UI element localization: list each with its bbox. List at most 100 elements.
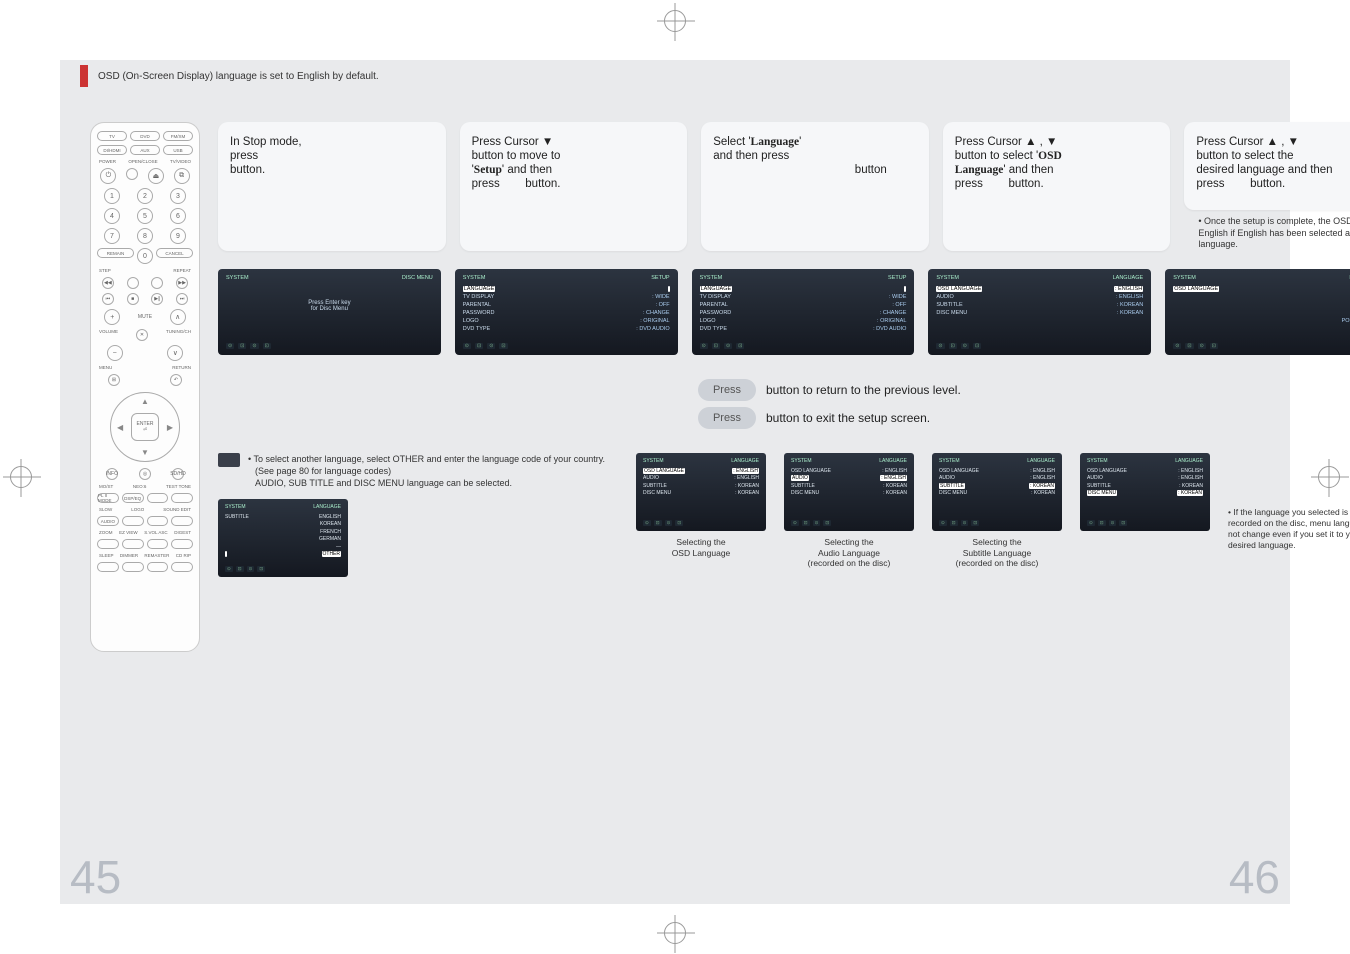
remote-label: OPEN/CLOSE [128,159,157,164]
remote-label: TV/VIDEO [170,159,191,164]
rewind-icon: ◀◀ [102,277,114,289]
remote-label: POWER [99,159,116,164]
note-text: button to exit the setup screen. [766,411,930,425]
remote-column: TVDVDFM/XM DI/HDMIAUXUSB POWEROPEN/CLOSE… [90,122,200,894]
remote-label: ZOOM [99,530,113,535]
screen-row: DISC MENU: KOREAN [939,490,1055,496]
remote-control: TVDVDFM/XM DI/HDMIAUXUSB POWEROPEN/CLOSE… [90,122,200,652]
screen-footer: ⊙⊡⊙⊡ [1087,520,1203,526]
step-text: Press Cursor ▲ , ▼ [1196,136,1350,148]
ch-up-icon: ∧ [170,309,186,325]
screen-row: KOREAN [225,521,341,527]
crop-mark-top [664,10,686,32]
remote-label: TUNING/CH [166,329,191,341]
screen-row: OSD LANGUAGE: ENGLISH [1087,468,1203,474]
page-number-right: 46 [1229,850,1280,904]
screen-row: — [225,544,341,550]
remote-btn: FM/XM [163,131,193,141]
screen-footer: ⊙⊡⊙⊡ [643,520,759,526]
screen-header-right: SETUP [888,275,906,281]
screen-header-left: SYSTEM [643,458,664,464]
step-5-wrap: Press Cursor ▲ , ▼ button to select the … [1184,122,1350,251]
remote-btn [171,493,193,503]
screen-row: SUBTITLE: KOREAN [643,483,759,489]
screen-row: SPANISH [1173,326,1350,332]
screen-header-right: LANGUAGE [1027,458,1055,464]
screen-header-left: SYSTEM [939,458,960,464]
main-area: TVDVDFM/XM DI/HDMIAUXUSB POWEROPEN/CLOSE… [60,92,1290,904]
screen-row: AUDIO: ENGLISH [939,475,1055,481]
vol-down-icon: − [107,345,123,361]
remote-btn [147,493,169,503]
remote-label: DIMMER [120,553,138,558]
remote-btn: TV [97,131,127,141]
step-text: Select 'Language' [713,136,917,148]
remote-btn [147,516,169,526]
remote-btn [97,562,119,572]
remote-btn: AUX [130,145,160,155]
step-text: press button. [1196,178,1350,190]
remote-num: 9 [170,228,186,244]
screen-row: AUDIO: ENGLISH [936,294,1143,300]
screen-row: ITALIAN [1173,310,1350,316]
remote-label: VOLUME [99,329,118,341]
selection-column: SYSTEMLANGUAGEOSD LANGUAGE: ENGLISHAUDIO… [932,453,1062,569]
screen-footer: ⊙⊡⊙⊡ [936,343,1143,349]
crop-mark-bottom [664,922,686,944]
screen-row: DVD TYPE: DVD AUDIO [463,326,670,332]
remote-label: STEP [99,268,111,273]
screen-row: TV DISPLAY: WIDE [700,294,907,300]
page-subtitle: OSD (On-Screen Display) language is set … [98,71,379,82]
screen-footer: ⊙⊡⊙⊡ [1173,343,1350,349]
step-text: button to select the [1196,150,1350,162]
selection-column: SYSTEMLANGUAGEOSD LANGUAGE: ENGLISHAUDIO… [636,453,766,569]
remote-btn: USB [163,145,193,155]
bottom-right: SYSTEM LANGUAGE OSD LANGUAGE: ENGLISH AUDIO… [636,453,1350,569]
step-1: In Stop mode, press button. [218,122,446,251]
remote-label: SLOW [99,507,112,512]
remote-btn [147,539,169,549]
screen-row: GERMAN [1173,302,1350,308]
note-icon [218,453,240,467]
top-bar: OSD (On-Screen Display) language is set … [60,60,1290,92]
remote-btn [122,539,144,549]
mini-screen-other: SYSTEMLANGUAGESUBTITLEENGLISHKOREANFRENC… [218,499,348,577]
step-text: Language' and then [955,164,1159,176]
screen-row: SUBTITLE: KOREAN [1087,483,1203,489]
selection-caption: Selecting theSubtitle Language(recorded … [956,537,1039,569]
screen-row: DISC MENU: KOREAN [1087,490,1203,496]
remote-btn: PL II MODE [97,493,119,503]
remote-btn: REMAIN [97,248,134,258]
screen-header-right: LANGUAGE [731,458,759,464]
screen-row: PASSWORD: CHANGE [700,310,907,316]
screen-footer: ⊙⊡⊙⊡ [225,566,341,572]
osd-screen: SYSTEMLANGUAGEOSD LANGUAGEENGLISHFRENCHG… [1165,269,1350,355]
remote-btn: CANCEL [156,248,193,258]
screen-row: DISC MENU: KOREAN [791,490,907,496]
forward-icon: ▶▶ [176,277,188,289]
remote-num: 3 [170,188,186,204]
screen-footer: ⊙⊡⊙⊡ [700,343,907,349]
screen-row: PASSWORD: CHANGE [463,310,670,316]
screen-row: GERMAN [225,536,341,542]
screen-header-left: SYSTEM [226,275,249,281]
remote-label: REPEAT [173,268,191,273]
step-5: Press Cursor ▲ , ▼ button to select the … [1184,122,1350,210]
press-pill: Press [698,379,756,401]
screens-row: SYSTEMDISC MENUPress Enter keyfor Disc M… [218,269,1350,355]
prev-icon: ⏮ [102,293,114,305]
remote-label: LOGO [131,507,144,512]
screen-header-right: LANGUAGE [879,458,907,464]
remote-num: 6 [170,208,186,224]
step-text: button. [230,164,434,176]
screen-header-left: SYSTEM [1087,458,1108,464]
screen-row: PARENTAL: OFF [463,302,670,308]
remote-btn: DI/HDMI [97,145,127,155]
enter-button: ENTER⏎ [131,413,159,441]
remote-label: EZ VIEW [119,530,138,535]
remote-btn: SD/HD [172,468,184,480]
crop-mark-left [10,466,32,488]
note-text: button to return to the previous level. [766,383,961,397]
remote-label: MO/ST [99,484,113,489]
screen-row: LOGO: ORIGINAL [700,318,907,324]
